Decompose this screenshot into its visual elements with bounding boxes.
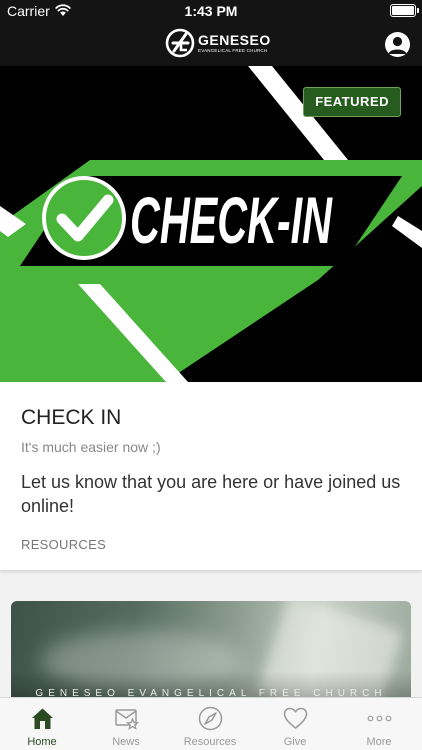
card-body: Let us know that you are here or have jo… (21, 472, 401, 516)
person-icon (388, 36, 407, 54)
logo-mark-icon (165, 28, 195, 58)
tab-news[interactable]: News (84, 698, 168, 750)
tab-label: Give (283, 736, 307, 748)
banner-text: CHECK-IN (130, 183, 333, 257)
heart-icon (283, 707, 308, 729)
battery-icon (390, 4, 419, 17)
nav-bar: GENESEO EVANGELICAL FREE CHURCH (0, 22, 422, 66)
tab-home[interactable]: Home (0, 698, 84, 750)
home-icon (32, 708, 53, 729)
tab-more[interactable]: More (337, 698, 421, 750)
featured-banner[interactable]: CHECK-IN FEATURED (0, 66, 422, 382)
logo-name: GENESEO (198, 31, 271, 48)
compass-icon (198, 706, 223, 731)
logo-text: GENESEO EVANGELICAL FREE CHURCH (198, 33, 271, 54)
more-dots-icon (367, 715, 392, 722)
card-category: RESOURCES (21, 537, 107, 552)
tab-bar: Home News Resources Give More (0, 697, 422, 750)
secondary-card[interactable]: GENESEO EVANGELICAL FREE CHURCH (11, 601, 411, 711)
featured-card[interactable]: CHECK IN It's much easier now ;) Let us … (0, 382, 422, 570)
status-bar: Carrier 1:43 PM (0, 0, 422, 22)
tab-label: Home (27, 736, 57, 748)
tab-label: More (366, 736, 392, 748)
tab-label: Resources (183, 736, 237, 748)
church-logo: GENESEO EVANGELICAL FREE CHURCH (165, 27, 271, 59)
tab-label: News (112, 736, 140, 748)
card-title: CHECK IN (21, 406, 122, 429)
news-icon (115, 709, 139, 730)
card-subtitle: It's much easier now ;) (21, 439, 161, 455)
profile-button[interactable] (385, 32, 410, 57)
tab-give[interactable]: Give (253, 698, 337, 750)
featured-badge: FEATURED (303, 87, 401, 117)
clock: 1:43 PM (184, 3, 238, 19)
tab-resources[interactable]: Resources (168, 698, 252, 750)
logo-subtitle: EVANGELICAL FREE CHURCH (198, 47, 268, 53)
